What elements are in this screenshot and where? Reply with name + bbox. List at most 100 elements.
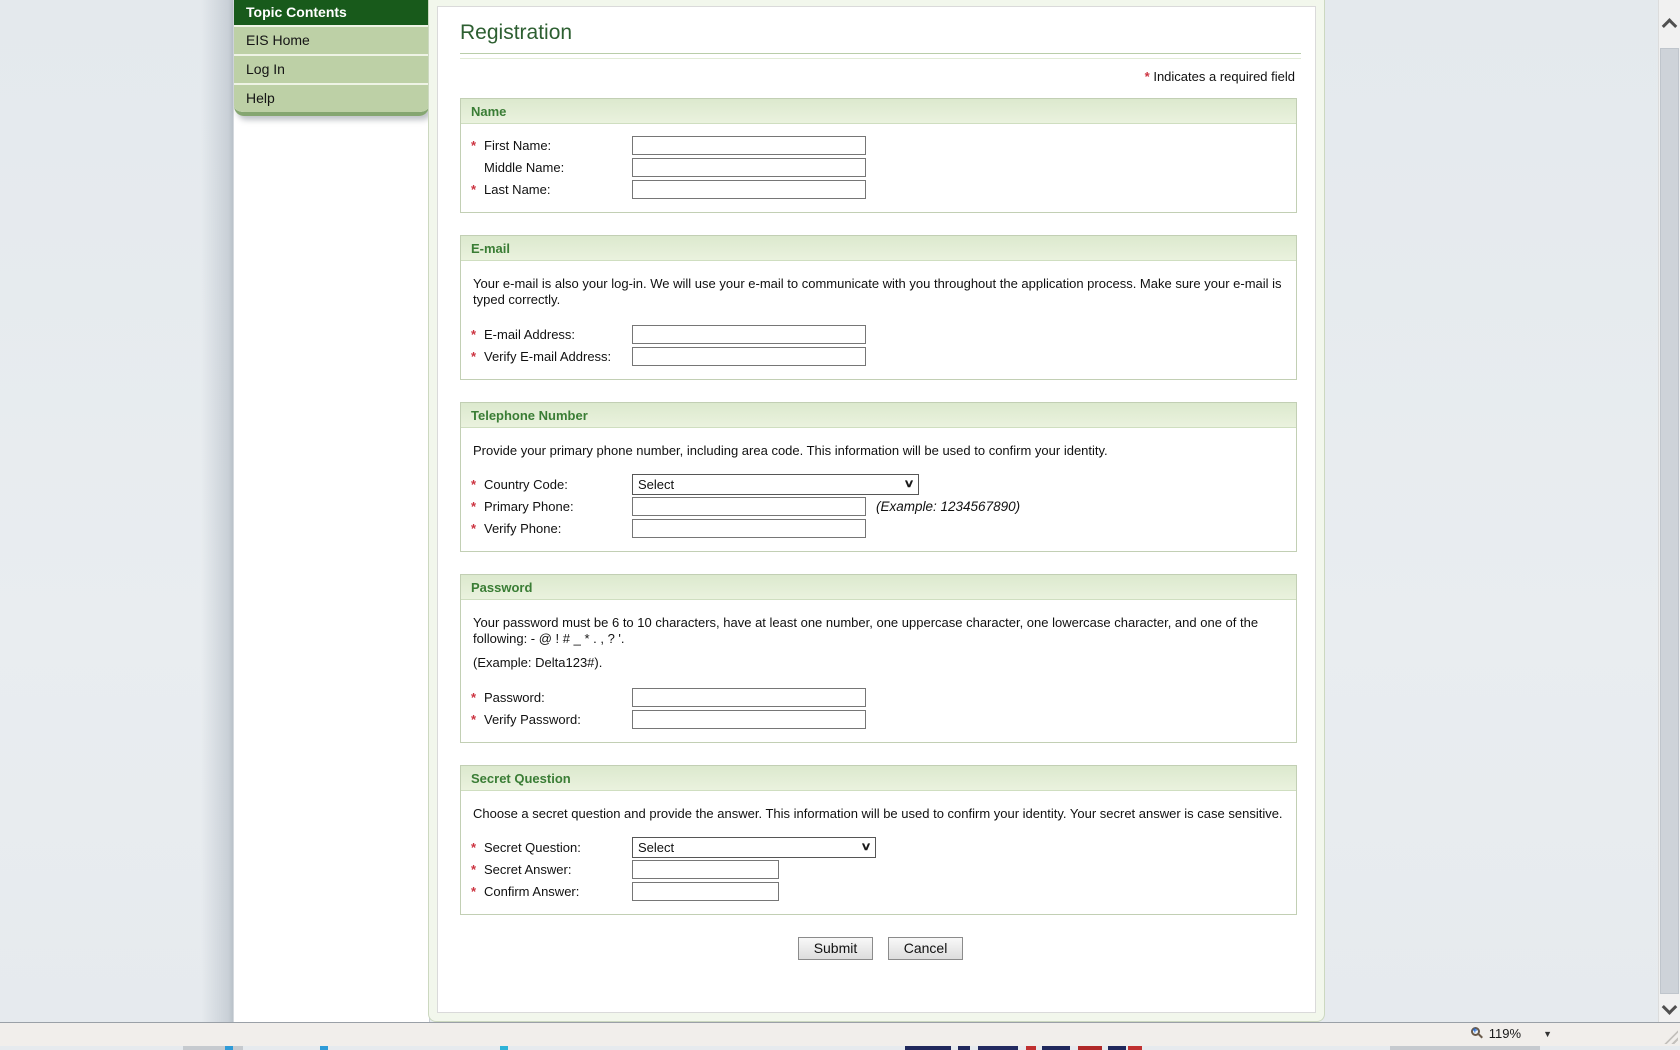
scrollbar-down-button[interactable] <box>1659 996 1680 1020</box>
field-row-e-mail-address: * E-mail Address: <box>471 324 1286 345</box>
field-row-secret-question: * Secret Question: Select ∨ <box>471 836 1286 858</box>
confirm-answer-input[interactable] <box>632 881 779 901</box>
first-name-input[interactable] <box>632 136 866 155</box>
chevron-up-icon <box>1661 17 1678 34</box>
form-sections: Name * First Name: Middle Name: * Last Name: E… <box>460 98 1301 915</box>
required-asterisk: * <box>471 476 477 492</box>
password-label: Password: <box>484 689 545 705</box>
verify-password-input[interactable] <box>632 709 866 729</box>
window-sliver <box>500 1046 508 1050</box>
required-field-note: * Indicates a required field <box>1144 69 1295 84</box>
required-asterisk: * <box>471 326 477 342</box>
scrollbar-thumb[interactable] <box>1660 48 1679 994</box>
verify-e-mail-address-input[interactable] <box>632 346 866 366</box>
zoom-control[interactable]: + 119% ▼ <box>1469 1025 1552 1041</box>
middle-name-input[interactable] <box>632 158 866 177</box>
country-code-selected-value: Select <box>638 476 675 492</box>
scrollbar-up-button[interactable] <box>1659 12 1680 36</box>
window-sliver <box>320 1046 328 1050</box>
cancel-button[interactable]: Cancel <box>887 936 964 960</box>
field-row-first-name: * First Name: <box>471 135 1286 156</box>
sidebar-shadow <box>201 0 233 1022</box>
window-sliver <box>1128 1046 1142 1050</box>
secret-answer-label: Secret Answer: <box>484 861 572 877</box>
window-sliver <box>1078 1046 1102 1050</box>
field-row-middle-name: Middle Name: <box>471 157 1286 178</box>
field-row-verify-phone: * Verify Phone: <box>471 518 1286 539</box>
primary-phone-hint: (Example: 1234567890) <box>876 498 1021 514</box>
vertical-scrollbar[interactable] <box>1658 0 1680 1022</box>
window-sliver <box>905 1046 951 1050</box>
field-row-verify-password: * Verify Password: <box>471 709 1286 730</box>
section-password-header: Password <box>461 574 1296 600</box>
chevron-down-icon <box>1661 998 1678 1015</box>
sidebar-item-eis-home[interactable]: EIS Home <box>234 25 429 54</box>
section-password-description: Your password must be 6 to 10 characters… <box>473 614 1259 646</box>
section-email: E-mail Your e-mail is also your log-in. W… <box>460 235 1297 380</box>
content-wrapper: Registration * Indicates a required fiel… <box>428 0 1325 1022</box>
window-sliver <box>1108 1046 1126 1050</box>
first-name-label: First Name: <box>484 138 552 153</box>
e-mail-address-label: E-mail Address: <box>484 326 576 342</box>
section-telephone-description: Provide your primary phone number, inclu… <box>473 442 1108 458</box>
verify-phone-input[interactable] <box>632 518 866 538</box>
window-sliver <box>1042 1046 1070 1050</box>
secret-question-selected-value: Select <box>638 839 675 855</box>
required-asterisk: * <box>471 689 477 705</box>
chevron-down-icon: ∨ <box>860 840 872 853</box>
window-sliver <box>1026 1046 1036 1050</box>
verify-phone-label: Verify Phone: <box>484 520 562 536</box>
verify-e-mail-address-label: Verify E-mail Address: <box>484 348 612 364</box>
field-row-password: * Password: <box>471 687 1286 708</box>
required-asterisk: * <box>471 711 477 727</box>
required-asterisk: * <box>471 182 477 197</box>
country-code-select[interactable]: Select ∨ <box>632 473 919 495</box>
last-name-label: Last Name: <box>484 182 551 197</box>
magnifier-plus-icon: + <box>1469 1025 1484 1041</box>
sidebar-menu-items: EIS Home Log In Help <box>234 25 429 112</box>
password-input[interactable] <box>632 687 866 707</box>
section-email-description: Your e-mail is also your log-in. We will… <box>473 276 1282 308</box>
resize-grip[interactable] <box>1664 1030 1678 1044</box>
section-secret-question: Secret Question Choose a secret question … <box>460 764 1297 915</box>
title-divider <box>460 53 1301 59</box>
submit-button[interactable]: Submit <box>797 936 874 960</box>
verify-password-label: Verify Password: <box>484 711 581 727</box>
secret-question-select[interactable]: Select ∨ <box>632 836 876 858</box>
required-asterisk: * <box>471 861 477 877</box>
secret-question-label: Secret Question: <box>484 839 581 855</box>
topic-sidebar: Topic Contents EIS Home Log In Help <box>233 0 430 1022</box>
sidebar-header: Topic Contents <box>234 0 429 25</box>
country-code-label: Country Code: <box>484 476 568 492</box>
registration-panel: Registration * Indicates a required fiel… <box>437 6 1316 1013</box>
e-mail-address-input[interactable] <box>632 324 866 344</box>
section-telephone-header: Telephone Number <box>461 402 1296 428</box>
section-password-description: (Example: Delta123#). <box>473 655 603 671</box>
window-sliver <box>183 1046 243 1050</box>
sidebar-item-help[interactable]: Help <box>234 83 429 112</box>
confirm-answer-label: Confirm Answer: <box>484 883 580 899</box>
chevron-down-icon: ∨ <box>903 477 915 490</box>
status-bar: + 119% ▼ <box>0 1022 1680 1046</box>
primary-phone-label: Primary Phone: <box>484 498 574 514</box>
secret-answer-input[interactable] <box>632 859 779 879</box>
last-name-input[interactable] <box>632 180 866 199</box>
field-row-confirm-answer: * Confirm Answer: <box>471 881 1286 902</box>
window-sliver <box>978 1046 1018 1050</box>
primary-phone-input[interactable] <box>632 496 866 516</box>
section-email-header: E-mail <box>461 236 1296 261</box>
section-secret-question-description: Choose a secret question and provide the… <box>473 805 1283 821</box>
required-asterisk: * <box>471 138 477 153</box>
required-asterisk: * <box>1144 69 1150 84</box>
form-buttons: Submit Cancel <box>460 936 1301 960</box>
topic-menu: Topic Contents EIS Home Log In Help <box>234 0 429 116</box>
field-row-country-code: * Country Code: Select ∨ <box>471 473 1286 495</box>
field-row-primary-phone: * Primary Phone: (Example: 1234567890) <box>471 496 1286 517</box>
field-row-verify-e-mail-address: * Verify E-mail Address: <box>471 346 1286 367</box>
section-name-header: Name <box>461 99 1296 124</box>
sidebar-item-log-in[interactable]: Log In <box>234 54 429 83</box>
section-password: Password Your password must be 6 to 10 ch… <box>460 573 1297 743</box>
window-sliver <box>225 1046 233 1050</box>
middle-name-label: Middle Name: <box>484 160 565 175</box>
section-name: Name * First Name: Middle Name: * Last Name: <box>460 98 1297 213</box>
